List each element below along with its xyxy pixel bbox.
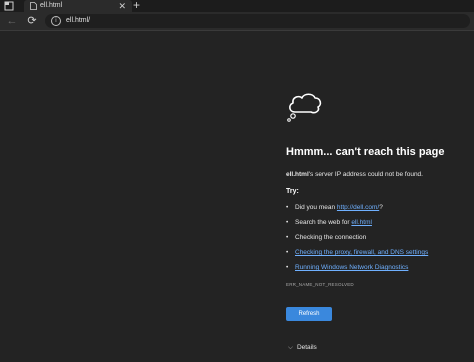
details-label: Details <box>296 344 317 351</box>
toolbar: ← ⟳ i ell.html/ <box>0 12 474 30</box>
chevron-down-icon: ⌵ <box>288 344 293 351</box>
plus-icon[interactable]: + <box>133 0 140 12</box>
suggested-url-link[interactable]: http://dell.com/ <box>337 204 379 211</box>
checking-connection-text: Checking the connection <box>295 234 367 241</box>
reload-icon[interactable]: ⟳ <box>25 14 39 28</box>
toolbar-divider <box>0 30 474 31</box>
close-icon[interactable]: ✕ <box>118 0 126 12</box>
error-description-text: 's server IP address could not be found. <box>308 171 423 178</box>
tab-strip: ell.html ✕ + <box>0 0 474 12</box>
page-icon <box>30 2 37 10</box>
network-diagnostics-link[interactable]: Running Windows Network Diagnostics <box>295 264 408 271</box>
tab-active[interactable]: ell.html ✕ <box>24 0 132 12</box>
error-host: ell.html <box>286 171 309 178</box>
search-prefix: Search the web for <box>295 219 352 226</box>
thought-cloud-icon <box>287 93 322 122</box>
list-item: Did you mean http://dell.com/? <box>286 200 428 215</box>
info-icon[interactable]: i <box>51 16 61 26</box>
search-web-link[interactable]: ell.html <box>351 219 372 226</box>
try-heading: Try: <box>286 188 299 195</box>
did-you-mean-suffix: ? <box>379 204 383 211</box>
did-you-mean-prefix: Did you mean <box>295 204 337 211</box>
address-bar[interactable]: i ell.html/ <box>45 14 470 28</box>
tab-title: ell.html <box>40 2 63 9</box>
refresh-button[interactable]: Refresh <box>286 307 332 321</box>
list-item: Running Windows Network Diagnostics <box>286 260 428 275</box>
suggestion-list: Did you mean http://dell.com/? Search th… <box>286 200 428 275</box>
details-toggle[interactable]: ⌵ Details <box>288 344 317 352</box>
list-item: Search the web for ell.html <box>286 215 428 230</box>
back-arrow-icon[interactable]: ← <box>5 14 19 28</box>
list-item: Checking the proxy, firewall, and DNS se… <box>286 245 428 260</box>
list-item: Checking the connection <box>286 230 428 245</box>
error-description: ell.html's server IP address could not b… <box>286 171 423 178</box>
proxy-settings-link[interactable]: Checking the proxy, firewall, and DNS se… <box>295 249 428 256</box>
address-url[interactable]: ell.html/ <box>66 14 90 28</box>
error-code: ERR_NAME_NOT_RESOLVED <box>286 282 354 287</box>
page-title: Hmmm... can't reach this page <box>286 146 445 158</box>
window-menu-icon[interactable] <box>4 1 14 11</box>
